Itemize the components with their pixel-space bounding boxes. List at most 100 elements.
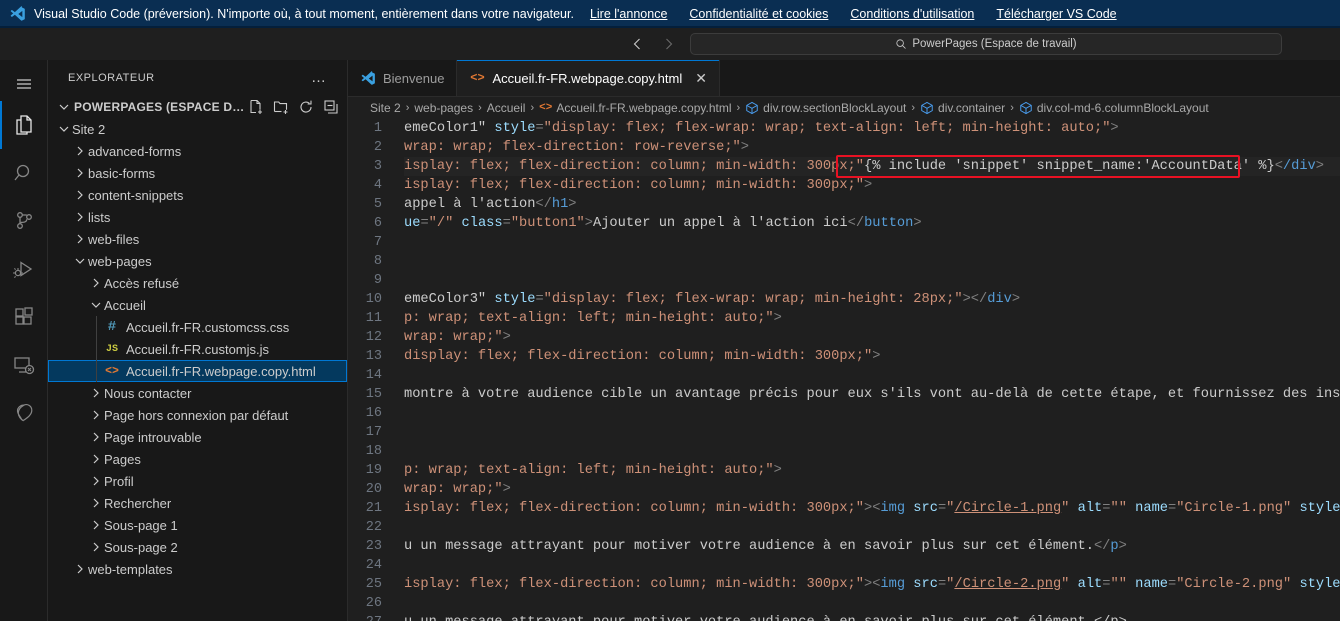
sidebar-more-actions-icon[interactable]: …	[311, 70, 327, 85]
activity-item-search[interactable]	[0, 149, 48, 197]
code-line[interactable]: wrap: wrap; flex-direction: row-reverse;…	[404, 138, 1340, 157]
code-line[interactable]	[404, 442, 1340, 461]
chevron-down-icon[interactable]	[72, 253, 88, 269]
code-line[interactable]	[404, 252, 1340, 271]
new-folder-icon[interactable]	[273, 99, 289, 115]
breadcrumb-item[interactable]: div.container	[920, 101, 1005, 115]
code-line[interactable]: u un message attrayant pour motiver votr…	[404, 613, 1340, 621]
chevron-right-icon[interactable]	[72, 209, 88, 225]
promo-link-privacy[interactable]: Confidentialité et cookies	[689, 7, 828, 21]
code-line[interactable]: emeColor3" style="display: flex; flex-wr…	[404, 290, 1340, 309]
chevron-right-icon[interactable]	[88, 275, 104, 291]
code-line[interactable]: display: flex; flex-direction: column; m…	[404, 347, 1340, 366]
breadcrumb-item[interactable]: <> Accueil.fr-FR.webpage.copy.html	[539, 101, 731, 115]
tree-file-item[interactable]: # Accueil.fr-FR.customcss.css	[48, 316, 347, 338]
tree-folder-item[interactable]: Sous-page 2	[48, 536, 347, 558]
chevron-right-icon[interactable]	[72, 165, 88, 181]
chevron-right-icon[interactable]	[72, 187, 88, 203]
chevron-right-icon[interactable]	[88, 539, 104, 555]
chevron-right-icon[interactable]	[72, 561, 88, 577]
activity-item-extensions[interactable]	[0, 293, 48, 341]
tree-file-item[interactable]: JS Accueil.fr-FR.customjs.js	[48, 338, 347, 360]
tree-folder-item[interactable]: Site 2	[48, 118, 347, 140]
tree-folder-item[interactable]: Accès refusé	[48, 272, 347, 294]
activity-item-power-pages[interactable]	[0, 389, 48, 437]
arrow-left-icon[interactable]	[630, 36, 646, 52]
tree-folder-item[interactable]: lists	[48, 206, 347, 228]
chevron-right-icon[interactable]	[72, 143, 88, 159]
chevron-right-icon[interactable]	[88, 495, 104, 511]
tree-folder-item[interactable]: advanced-forms	[48, 140, 347, 162]
chevron-right-icon[interactable]	[88, 451, 104, 467]
code-line[interactable]: p: wrap; text-align: left; min-height: a…	[404, 461, 1340, 480]
tree-folder-item[interactable]: Accueil	[48, 294, 347, 316]
tree-folder-item[interactable]: Page introuvable	[48, 426, 347, 448]
refresh-icon[interactable]	[298, 99, 314, 115]
activity-item-source-control[interactable]	[0, 197, 48, 245]
code-line[interactable]: u un message attrayant pour motiver votr…	[404, 537, 1340, 556]
code-line[interactable]: appel à l'action</h1>	[404, 195, 1340, 214]
code-line[interactable]	[404, 518, 1340, 537]
hamburger-menu-icon[interactable]	[0, 66, 48, 101]
promo-link-download[interactable]: Télécharger VS Code	[996, 7, 1116, 21]
breadcrumb-item[interactable]: Site 2	[370, 101, 401, 115]
chevron-down-icon[interactable]	[56, 121, 72, 137]
new-file-icon[interactable]	[248, 99, 264, 115]
code-line[interactable]: isplay: flex; flex-direction: column; mi…	[404, 499, 1340, 518]
tree-folder-item[interactable]: Sous-page 1	[48, 514, 347, 536]
tab-bienvenue[interactable]: Bienvenue	[348, 60, 458, 96]
chevron-right-icon[interactable]	[88, 517, 104, 533]
tree-file-item[interactable]: <> Accueil.fr-FR.webpage.copy.html	[48, 360, 347, 382]
tab-accueil-webpage-copy-html[interactable]: <> Accueil.fr-FR.webpage.copy.html ✕	[457, 60, 720, 96]
collapse-all-icon[interactable]	[323, 99, 339, 115]
code-line[interactable]: wrap: wrap;">	[404, 328, 1340, 347]
chevron-right-icon[interactable]	[88, 407, 104, 423]
chevron-down-icon[interactable]	[56, 99, 72, 115]
tree-folder-item[interactable]: web-templates	[48, 558, 347, 580]
chevron-right-icon[interactable]	[88, 429, 104, 445]
code-line[interactable]: montre à votre audience cible un avantag…	[404, 385, 1340, 404]
tree-folder-item[interactable]: Profil	[48, 470, 347, 492]
chevron-right-icon[interactable]	[88, 473, 104, 489]
code-line[interactable]: p: wrap; text-align: left; min-height: a…	[404, 309, 1340, 328]
tree-folder-item[interactable]: content-snippets	[48, 184, 347, 206]
chevron-right-icon[interactable]	[72, 231, 88, 247]
chevron-down-icon[interactable]	[88, 297, 104, 313]
activity-item-run-debug[interactable]	[0, 245, 48, 293]
activity-item-remote-explorer[interactable]	[0, 341, 48, 389]
tree-folder-item[interactable]: Nous contacter	[48, 382, 347, 404]
chevron-right-icon[interactable]	[88, 385, 104, 401]
breadcrumb-item[interactable]: Accueil	[487, 101, 526, 115]
code-editor[interactable]: 1 2 3 4 5 6 7 8 9 10 11 12 13 14 15 16 17 18 19 20 21 22 23 24 2…	[348, 119, 1340, 621]
code-line[interactable]: ue="/" class="button1">Ajouter un appel …	[404, 214, 1340, 233]
activity-item-explorer[interactable]	[0, 101, 48, 149]
tree-folder-item[interactable]: web-pages	[48, 250, 347, 272]
editor-scrollbar[interactable]	[1326, 119, 1340, 621]
tree-folder-item[interactable]: Rechercher	[48, 492, 347, 514]
workspace-root-row[interactable]: POWERPAGES (ESPACE DE TRAV...	[48, 96, 347, 118]
code-line[interactable]	[404, 366, 1340, 385]
code-line[interactable]	[404, 556, 1340, 575]
promo-link-announcement[interactable]: Lire l'annonce	[590, 7, 667, 21]
breadcrumb-item[interactable]: div.col-md-6.columnBlockLayout	[1019, 101, 1209, 115]
tree-folder-item[interactable]: web-files	[48, 228, 347, 250]
code-content[interactable]: emeColor1" style="display: flex; flex-wr…	[404, 119, 1340, 621]
code-line[interactable]	[404, 271, 1340, 290]
code-line[interactable]	[404, 404, 1340, 423]
close-icon[interactable]: ✕	[695, 71, 707, 85]
code-line[interactable]	[404, 594, 1340, 613]
tree-folder-item[interactable]: Pages	[48, 448, 347, 470]
promo-link-terms[interactable]: Conditions d'utilisation	[850, 7, 974, 21]
code-line[interactable]: emeColor1" style="display: flex; flex-wr…	[404, 119, 1340, 138]
tree-folder-item[interactable]: Page hors connexion par défaut	[48, 404, 347, 426]
code-line[interactable]: isplay: flex; flex-direction: column; mi…	[404, 176, 1340, 195]
breadcrumb-item[interactable]: web-pages	[414, 101, 473, 115]
arrow-right-icon[interactable]	[660, 36, 676, 52]
code-line[interactable]	[404, 233, 1340, 252]
tree-folder-item[interactable]: basic-forms	[48, 162, 347, 184]
code-line[interactable]: wrap: wrap;">	[404, 480, 1340, 499]
command-center[interactable]: PowerPages (Espace de travail)	[690, 33, 1282, 55]
breadcrumb-item[interactable]: div.row.sectionBlockLayout	[745, 101, 906, 115]
code-line[interactable]	[404, 423, 1340, 442]
code-line[interactable]: isplay: flex; flex-direction: column; mi…	[404, 575, 1340, 594]
